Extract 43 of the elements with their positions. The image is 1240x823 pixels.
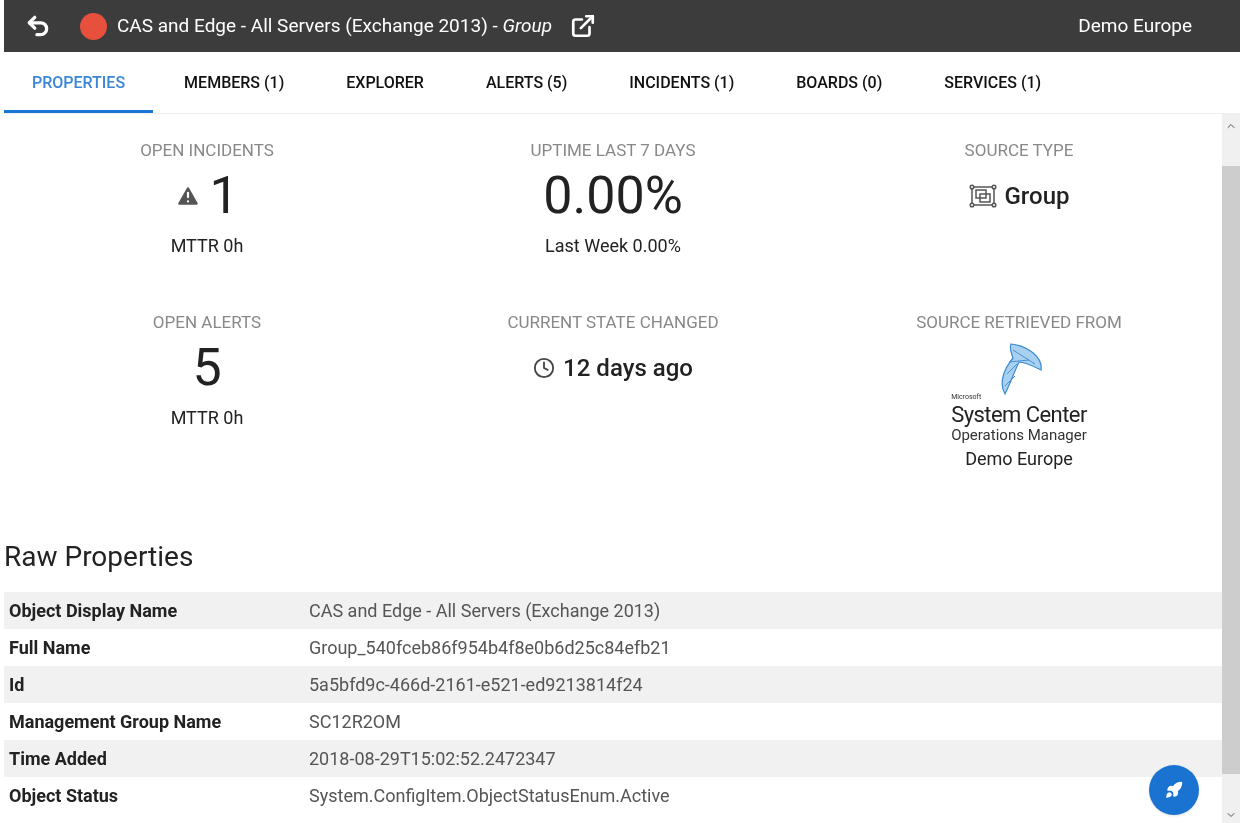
stat-label: SOURCE RETRIEVED FROM xyxy=(916,311,1122,334)
property-name: Object Display Name xyxy=(8,599,179,623)
stat-note: MTTR 0h xyxy=(170,233,244,258)
clock-icon xyxy=(533,356,556,379)
property-name: Object Status xyxy=(8,784,120,808)
property-name: Full Name xyxy=(8,636,92,660)
tab[interactable]: MEMBERS (1) xyxy=(153,52,316,113)
stat-value: 5 xyxy=(192,341,222,394)
stat-label: OPEN INCIDENTS xyxy=(140,139,274,162)
section-title: Raw Properties xyxy=(4,539,195,575)
stat-value: Group xyxy=(1004,180,1070,212)
location-label: Demo Europe xyxy=(1078,12,1192,39)
stat-note: Demo Europe xyxy=(965,446,1073,471)
stat-value: 0.00% xyxy=(543,169,683,222)
property-value: 2018-08-29T15:02:52.2472347 xyxy=(309,747,556,771)
tab[interactable]: ALERTS (5) xyxy=(454,52,599,113)
tab[interactable]: PROPERTIES xyxy=(4,52,154,113)
property-name: Id xyxy=(8,673,26,697)
property-value: CAS and Edge - All Servers (Exchange 2013) xyxy=(309,599,661,623)
external-link-icon[interactable] xyxy=(570,13,597,39)
group-icon xyxy=(968,183,997,208)
stat-note: Last Week 0.00% xyxy=(545,233,681,258)
property-name: Time Added xyxy=(8,747,108,771)
stat-note: MTTR 0h xyxy=(170,405,244,430)
property-value: Group_540fceb86f954b4f8e0b6d25c84efb21 xyxy=(309,636,671,660)
stat-value: 12 days ago xyxy=(563,352,693,384)
property-value: SC12R2OM xyxy=(309,710,401,734)
tab[interactable]: INCIDENTS (1) xyxy=(598,52,766,113)
tab[interactable]: BOARDS (0) xyxy=(765,52,914,113)
logo-subtitle: Operations Manager xyxy=(951,426,1087,445)
stat-value: 1 xyxy=(209,169,239,222)
rocket-icon xyxy=(1165,781,1183,799)
stat-label: CURRENT STATE CHANGED xyxy=(507,311,719,334)
stat-label: SOURCE TYPE xyxy=(964,139,1074,162)
stat-label: OPEN ALERTS xyxy=(152,311,262,334)
logo-title: System Center xyxy=(951,400,1087,428)
tab[interactable]: EXPLORER xyxy=(315,52,455,113)
page-title: CAS and Edge - All Servers (Exchange 2013) - Group xyxy=(117,12,553,39)
property-name: Management Group Name xyxy=(8,710,223,734)
property-value: System.ConfigItem.ObjectStatusEnum.Active xyxy=(309,784,670,808)
stat-label: UPTIME LAST 7 DAYS xyxy=(530,139,696,162)
property-value: 5a5bfd9c-466d-2161-e521-ed9213814f24 xyxy=(309,673,643,697)
tab[interactable]: SERVICES (1) xyxy=(913,52,1073,113)
